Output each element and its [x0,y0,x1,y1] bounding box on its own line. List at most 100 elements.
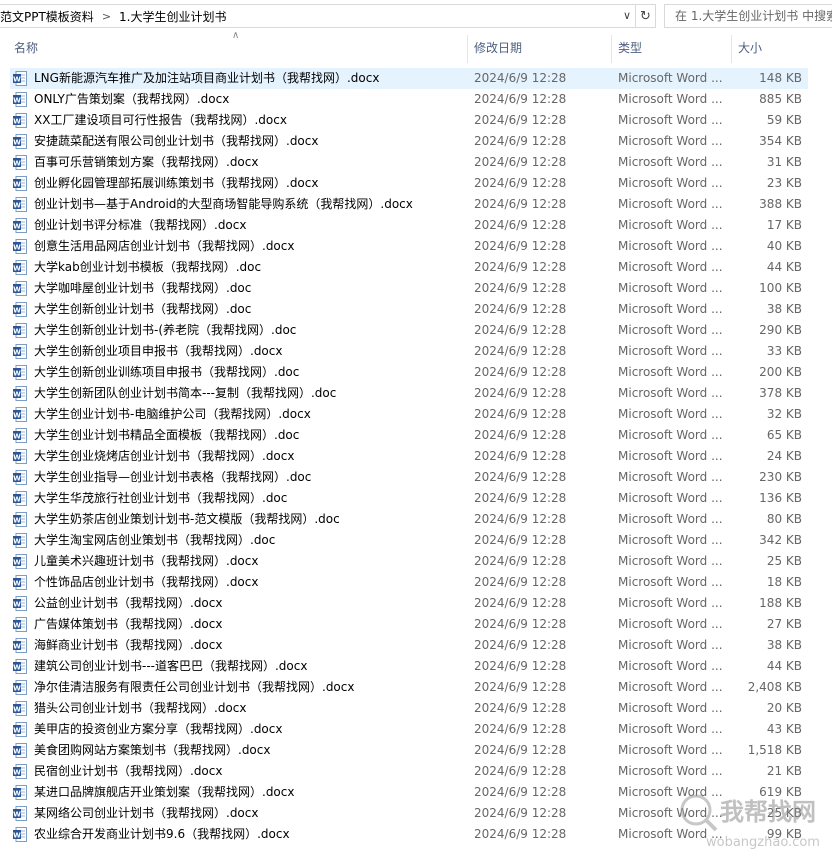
file-row[interactable]: W 安捷蔬菜配送有限公司创业计划书（我帮找网）.docx 2024/6/9 12:2… [0,131,832,152]
file-row[interactable]: W 海鲜商业计划书（我帮找网）.docx 2024/6/9 12:28 Microso… [0,635,832,656]
breadcrumb-chevron-icon[interactable]: > [102,10,111,23]
file-list: W LNG新能源汽车推广及加注站项目商业计划书（我帮找网）.docx 2024/6/… [0,68,832,845]
svg-text:W: W [13,790,21,798]
file-row[interactable]: W 大学生淘宝网店创业策划书（我帮找网）.doc 2024/6/9 12:28 Mic… [0,530,832,551]
word-document-icon: W [13,785,27,800]
column-header-name[interactable]: 名称 [14,33,38,63]
watermark-url: wobangzhao.com [706,835,820,850]
file-name: LNG新能源汽车推广及加注站项目商业计划书（我帮找网）.docx [34,71,380,85]
file-row[interactable]: W 创意生活用品网店创业计划书（我帮找网）.docx 2024/6/9 12:28 M… [0,236,832,257]
file-modified-date: 2024/6/9 12:28 [474,533,567,547]
file-row[interactable]: W 大学生创业计划书精品全面模板（我帮找网）.doc 2024/6/9 12:28 M… [0,425,832,446]
file-row[interactable]: W 大学生创新创业计划书（我帮找网）.doc 2024/6/9 12:28 Micro… [0,299,832,320]
file-row[interactable]: W 公益创业计划书（我帮找网）.docx 2024/6/9 12:28 Microso… [0,593,832,614]
column-divider[interactable] [611,35,612,63]
breadcrumb-item-current[interactable]: 1.大学生创业计划书 [119,8,226,25]
file-row[interactable]: W 大学生创新创业项目申报书（我帮找网）.docx 2024/6/9 12:28 Mi… [0,341,832,362]
svg-text:W: W [13,475,21,483]
file-modified-date: 2024/6/9 12:28 [474,323,567,337]
search-input[interactable]: 在 1.大学生创业计划书 中搜索 [664,4,832,28]
file-type: Microsoft Word ... [618,575,723,589]
svg-text:W: W [13,496,21,504]
file-row[interactable]: W 美食团购网站方案策划书（我帮找网）.docx 2024/6/9 12:28 Mic… [0,740,832,761]
file-row[interactable]: W 大学生创新团队创业计划书简本---复制（我帮找网）.doc 2024/6/9 1… [0,383,832,404]
file-type: Microsoft Word ... [618,680,723,694]
file-modified-date: 2024/6/9 12:28 [474,722,567,736]
file-size: 100 KB [759,281,802,295]
file-name: 儿童美术兴趣班计划书（我帮找网）.docx [34,554,259,568]
file-row[interactable]: W 净尔佳清洁服务有限责任公司创业计划书（我帮找网）.docx 2024/6/9 1… [0,677,832,698]
file-row[interactable]: W 创业孵化园管理部拓展训练策划书（我帮找网）.docx 2024/6/9 12:2… [0,173,832,194]
word-document-icon: W [13,743,27,758]
word-document-icon: W [13,680,27,695]
svg-text:W: W [13,538,21,546]
file-type: Microsoft Word ... [618,596,723,610]
file-row[interactable]: W 大学生创新创业训练项目申报书（我帮找网）.doc 2024/6/9 12:28 M… [0,362,832,383]
column-divider[interactable] [731,35,732,63]
file-modified-date: 2024/6/9 12:28 [474,197,567,211]
file-row[interactable]: W 儿童美术兴趣班计划书（我帮找网）.docx 2024/6/9 12:28 Micr… [0,551,832,572]
word-document-icon: W [13,701,27,716]
file-row[interactable]: W LNG新能源汽车推广及加注站项目商业计划书（我帮找网）.docx 2024/6/… [0,68,832,89]
file-row[interactable]: W 百事可乐营销策划方案（我帮找网）.docx 2024/6/9 12:28 Micr… [0,152,832,173]
file-size: 1,518 KB [747,743,802,757]
watermark-logo: 我帮找网 wobangzhao.com [680,794,820,850]
file-type: Microsoft Word ... [618,344,723,358]
file-modified-date: 2024/6/9 12:28 [474,680,567,694]
file-row[interactable]: W 猎头公司创业计划书（我帮找网）.docx 2024/6/9 12:28 Micro… [0,698,832,719]
refresh-icon[interactable]: ↻ [636,4,656,28]
word-document-icon: W [13,575,27,590]
file-name: 大学生创新创业计划书（我帮找网）.doc [34,302,252,316]
file-type: Microsoft Word ... [618,134,723,148]
svg-text:W: W [13,706,21,714]
file-row[interactable]: W 大学生奶茶店创业策划计划书-范文模版（我帮找网）.doc 2024/6/9 12… [0,509,832,530]
file-size: 31 KB [766,155,802,169]
file-type: Microsoft Word ... [618,617,723,631]
file-size: 200 KB [759,365,802,379]
file-size: 59 KB [766,113,802,127]
column-header-date[interactable]: 修改日期 [474,33,522,63]
file-name: 大学生创新创业项目申报书（我帮找网）.docx [34,344,283,358]
file-row[interactable]: W 大学生创业指导—创业计划书表格（我帮找网）.doc 2024/6/9 12:28… [0,467,832,488]
file-name: 民宿创业计划书（我帮找网）.docx [34,764,223,778]
file-row[interactable]: W 民宿创业计划书（我帮找网）.docx 2024/6/9 12:28 Microso… [0,761,832,782]
column-header-type[interactable]: 类型 [618,33,642,63]
word-document-icon: W [13,92,27,107]
file-name: 大学生淘宝网店创业策划书（我帮找网）.doc [34,533,276,547]
file-size: 65 KB [766,428,802,442]
word-document-icon: W [13,386,27,401]
file-name: 大学生创新创业计划书-(养老院（我帮找网）.doc [34,323,297,337]
file-type: Microsoft Word ... [618,197,723,211]
file-row[interactable]: W 建筑公司创业计划书---道客巴巴（我帮找网）.docx 2024/6/9 12:… [0,656,832,677]
file-row[interactable]: W 大学生创新创业计划书-(养老院（我帮找网）.doc 2024/6/9 12:28… [0,320,832,341]
svg-text:W: W [13,454,21,462]
svg-text:W: W [13,832,21,840]
file-row[interactable]: W 美甲店的投资创业方案分享（我帮找网）.docx 2024/6/9 12:28 Mi… [0,719,832,740]
word-document-icon: W [13,512,27,527]
file-row[interactable]: W 广告媒体策划书（我帮找网）.docx 2024/6/9 12:28 Microso… [0,614,832,635]
file-row[interactable]: W 创业计划书—基于Android的大型商场智能导购系统（我帮找网）.docx 20… [0,194,832,215]
file-modified-date: 2024/6/9 12:28 [474,512,567,526]
file-modified-date: 2024/6/9 12:28 [474,827,567,841]
file-row[interactable]: W 创业计划书评分标准（我帮找网）.docx 2024/6/9 12:28 Micro… [0,215,832,236]
column-header-size[interactable]: 大小 [738,33,762,63]
breadcrumb[interactable]: 范文PPT模板资料 > 1.大学生创业计划书 ∨ [0,4,636,28]
file-size: 18 KB [766,575,802,589]
file-row[interactable]: W 大学生创业烧烤店创业计划书（我帮找网）.docx 2024/6/9 12:28 M… [0,446,832,467]
address-dropdown-chevron-icon[interactable]: ∨ [623,9,631,22]
file-row[interactable]: W 大学咖啡屋创业计划书（我帮找网）.doc 2024/6/9 12:28 Micro… [0,278,832,299]
file-modified-date: 2024/6/9 12:28 [474,806,567,820]
breadcrumb-item-parent[interactable]: 范文PPT模板资料 [0,8,94,25]
file-type: Microsoft Word ... [618,764,723,778]
file-row[interactable]: W ONLY广告策划案（我帮找网）.docx 2024/6/9 12:28 Micro… [0,89,832,110]
svg-text:W: W [13,349,21,357]
file-row[interactable]: W XX工厂建设项目可行性报告（我帮找网）.docx 2024/6/9 12:28 M… [0,110,832,131]
file-row[interactable]: W 个性饰品店创业计划书（我帮找网）.docx 2024/6/9 12:28 Micr… [0,572,832,593]
column-divider[interactable] [467,35,468,63]
file-type: Microsoft Word ... [618,218,723,232]
svg-text:W: W [13,97,21,105]
file-row[interactable]: W 大学生华茂旅行社创业计划书（我帮找网）.doc 2024/6/9 12:28 Mi… [0,488,832,509]
file-row[interactable]: W 大学生创业计划书-电脑维护公司（我帮找网）.docx 2024/6/9 12:2… [0,404,832,425]
file-row[interactable]: W 大学kab创业计划书模板（我帮找网）.doc 2024/6/9 12:28 Mic… [0,257,832,278]
file-size: 378 KB [759,386,802,400]
